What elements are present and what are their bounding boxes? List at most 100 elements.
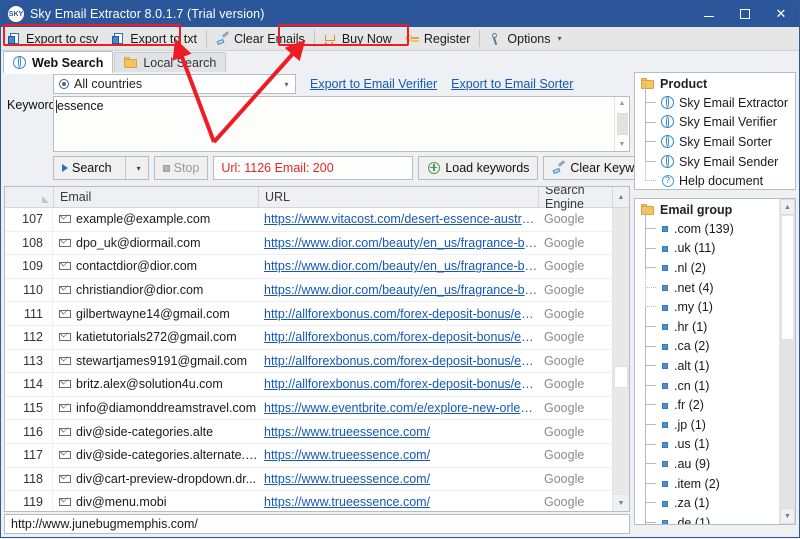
- export-to-csv-button[interactable]: Export to csv: [1, 27, 105, 50]
- grid-vertical-scrollbar[interactable]: ▼: [612, 208, 629, 511]
- product-item-1[interactable]: Sky Email Verifier: [645, 102, 795, 133]
- table-row[interactable]: 115 info@diamonddreamstravel.com https://w…: [5, 396, 612, 421]
- email-group-item-8[interactable]: .cn (1): [645, 365, 779, 396]
- row-url[interactable]: https://www.eventbrite.com/e/explore-new…: [258, 401, 538, 415]
- table-row[interactable]: 108 dpo_uk@diormail.com https://www.dior.c…: [5, 231, 612, 256]
- email-group-scrollbar[interactable]: ▲ ▼: [779, 199, 795, 524]
- table-row[interactable]: 118 div@cart-preview-dropdown.dr... https:…: [5, 467, 612, 492]
- keyword-scroll-down-button[interactable]: ▼: [615, 138, 630, 151]
- row-email[interactable]: stewartjames9191@gmail.com: [53, 354, 258, 368]
- grid-scroll-track[interactable]: [613, 208, 629, 495]
- table-row[interactable]: 114 britz.alex@solution4u.com http://allfo…: [5, 373, 612, 397]
- load-keywords-button[interactable]: Load keywords: [418, 156, 539, 180]
- export-to-txt-button[interactable]: Export to txt: [105, 27, 204, 50]
- email-group-item-12[interactable]: .au (9): [645, 444, 779, 474]
- export-to-email-verifier-link[interactable]: Export to Email Verifier: [310, 77, 437, 91]
- email-group-item-11[interactable]: .us (1): [645, 424, 779, 455]
- table-row[interactable]: 116 div@side-categories.alte https://www.t…: [5, 420, 612, 444]
- table-row[interactable]: 109 contactdior@dior.com https://www.dior.…: [5, 255, 612, 279]
- row-email[interactable]: div@side-categories.alternate.w...: [53, 448, 258, 462]
- email-group-item-13[interactable]: .item (2): [645, 463, 779, 494]
- product-item-0[interactable]: Sky Email Extractor: [645, 83, 795, 113]
- row-email[interactable]: contactdior@dior.com: [53, 259, 258, 273]
- table-row[interactable]: 111 gilbertwayne14@gmail.com http://allfor…: [5, 302, 612, 326]
- email-group-item-2[interactable]: .nl (2): [645, 248, 779, 278]
- keyword-scrollbar[interactable]: ▲ ▼: [614, 97, 629, 151]
- grid-scroll-thumb[interactable]: [614, 366, 628, 388]
- email-group-item-1[interactable]: .uk (11): [645, 228, 779, 259]
- column-header-email[interactable]: Email: [54, 187, 259, 207]
- column-header-search-engine[interactable]: Search Engine: [539, 187, 612, 211]
- chevron-down-icon[interactable]: ▾: [557, 34, 561, 43]
- row-email[interactable]: div@side-categories.alte: [53, 425, 258, 439]
- row-url[interactable]: https://www.dior.com/beauty/en_us/fragra…: [258, 283, 538, 297]
- email-group-item-15[interactable]: .de (1): [645, 503, 779, 524]
- product-item-2[interactable]: Sky Email Sorter: [645, 122, 795, 152]
- row-email[interactable]: katietutorials272@gmail.com: [53, 330, 258, 344]
- email-group-scroll-down-button[interactable]: ▼: [780, 508, 795, 524]
- column-header-url[interactable]: URL: [259, 187, 539, 207]
- row-email[interactable]: div@cart-preview-dropdown.dr...: [53, 472, 258, 486]
- email-group-item-4[interactable]: .my (1): [645, 287, 779, 317]
- row-url[interactable]: https://www.trueessence.com/: [258, 472, 538, 486]
- country-select[interactable]: All countries ▾: [53, 74, 296, 94]
- clear-emails-button[interactable]: Clear Emails: [209, 27, 312, 50]
- email-group-item-10[interactable]: .jp (1): [645, 405, 779, 435]
- row-email[interactable]: christiandior@dior.com: [53, 283, 258, 297]
- table-row[interactable]: 117 div@side-categories.alternate.w... htt…: [5, 443, 612, 468]
- row-url[interactable]: https://www.dior.com/beauty/en_us/fragra…: [258, 236, 538, 250]
- email-group-item-3[interactable]: .net (4): [645, 267, 779, 298]
- row-number: 113: [5, 349, 53, 373]
- row-email[interactable]: dpo_uk@diormail.com: [53, 236, 258, 250]
- row-email[interactable]: gilbertwayne14@gmail.com: [53, 307, 258, 321]
- row-url[interactable]: https://www.trueessence.com/: [258, 425, 538, 439]
- keyword-scroll-thumb[interactable]: [617, 113, 628, 135]
- keyword-input[interactable]: essence: [54, 97, 614, 151]
- stop-button[interactable]: Stop: [153, 156, 209, 180]
- minimize-button[interactable]: [691, 1, 727, 27]
- row-url[interactable]: https://www.dior.com/beauty/en_us/fragra…: [258, 259, 538, 273]
- product-item-4[interactable]: Help document: [645, 161, 795, 189]
- row-url[interactable]: http://allforexbonus.com/forex-deposit-b…: [258, 330, 538, 344]
- email-group-item-14[interactable]: .za (1): [645, 483, 779, 513]
- email-group-item-6[interactable]: .ca (2): [645, 326, 779, 357]
- register-button[interactable]: Register: [399, 27, 478, 50]
- row-email[interactable]: example@example.com: [53, 212, 258, 226]
- chevron-down-icon[interactable]: ▾: [278, 75, 295, 93]
- tab-local-search[interactable]: Local Search: [114, 52, 227, 73]
- email-group-item-0[interactable]: .com (139): [645, 209, 779, 239]
- table-row[interactable]: 112 katietutorials272@gmail.com http://all…: [5, 325, 612, 350]
- email-group-item-9[interactable]: .fr (2): [645, 385, 779, 415]
- search-options-dropdown[interactable]: ▾: [130, 164, 148, 173]
- search-button[interactable]: Search ▾: [53, 156, 149, 180]
- table-row[interactable]: 113 stewartjames9191@gmail.com http://allf…: [5, 349, 612, 374]
- table-row[interactable]: 107 example@example.com https://www.vitaco…: [5, 208, 612, 232]
- row-url[interactable]: http://allforexbonus.com/forex-deposit-b…: [258, 377, 538, 391]
- row-url[interactable]: http://allforexbonus.com/forex-deposit-b…: [258, 354, 538, 368]
- row-url[interactable]: https://www.trueessence.com/: [258, 448, 538, 462]
- email-group-item-5[interactable]: .hr (1): [645, 307, 779, 337]
- row-email[interactable]: info@diamonddreamstravel.com: [53, 401, 258, 415]
- grid-select-all-corner[interactable]: [5, 187, 54, 207]
- row-email[interactable]: div@menu.mobi: [53, 495, 258, 509]
- close-button[interactable]: ✕: [763, 1, 799, 27]
- row-url[interactable]: https://www.trueessence.com/: [258, 495, 538, 509]
- keyword-scroll-up-button[interactable]: ▲: [615, 97, 630, 110]
- email-group-scroll-up-button[interactable]: ▲: [780, 199, 795, 215]
- table-row[interactable]: 119 div@menu.mobi https://www.trueessence.…: [5, 491, 612, 511]
- product-item-3[interactable]: Sky Email Sender: [645, 141, 795, 172]
- table-row[interactable]: 110 christiandior@dior.com https://www.dio…: [5, 278, 612, 303]
- grid-scroll-up-button[interactable]: ▲: [612, 187, 629, 207]
- row-url[interactable]: http://allforexbonus.com/forex-deposit-b…: [258, 307, 538, 321]
- row-url[interactable]: https://www.vitacost.com/desert-essence-…: [258, 212, 538, 226]
- export-to-email-sorter-link[interactable]: Export to Email Sorter: [451, 77, 573, 91]
- maximize-button[interactable]: [727, 1, 763, 27]
- keyword-input-wrapper[interactable]: essence ▲ ▼: [53, 96, 630, 152]
- email-group-item-7[interactable]: .alt (1): [645, 346, 779, 376]
- grid-scroll-down-button[interactable]: ▼: [613, 495, 629, 511]
- row-email[interactable]: britz.alex@solution4u.com: [53, 377, 258, 391]
- email-group-scroll-thumb[interactable]: [781, 215, 794, 340]
- options-button[interactable]: Options ▾: [482, 27, 568, 50]
- tab-web-search[interactable]: Web Search: [3, 51, 114, 73]
- buy-now-button[interactable]: Buy Now: [317, 27, 399, 50]
